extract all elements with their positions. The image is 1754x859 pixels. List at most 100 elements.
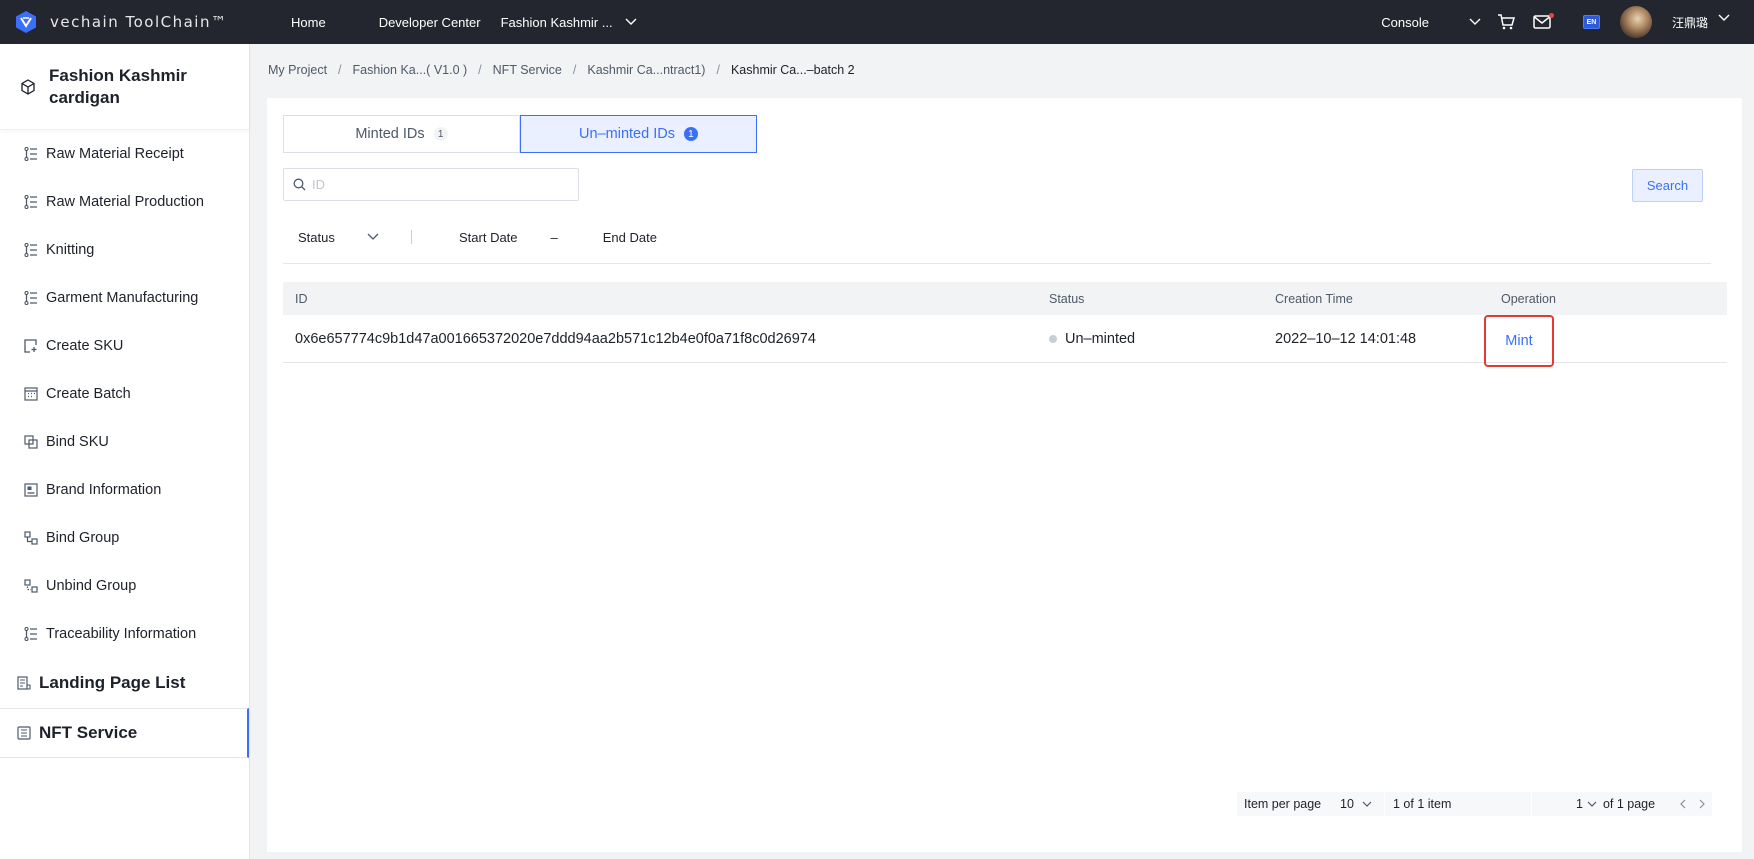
status-filter-dropdown[interactable]: Status [298, 230, 402, 245]
main-content-card: Minted IDs 1 Un–minted IDs 1 Search Stat… [267, 98, 1742, 852]
page-total: of 1 page [1602, 797, 1656, 811]
count-badge: 1 [433, 127, 448, 141]
language-switch-icon[interactable]: EN [1582, 15, 1600, 29]
sidebar-item-brand-information[interactable]: Brand Information [0, 466, 249, 514]
sidebar-header: Fashion Kashmir cardigan [0, 44, 249, 130]
column-header-creation-time: Creation Time [1275, 291, 1353, 306]
sidebar-item-bind-sku[interactable]: Bind SKU [0, 418, 249, 466]
search-button[interactable]: Search [1632, 169, 1703, 202]
sidebar-item-label: Raw Material Receipt [46, 146, 184, 162]
console-label: Console [1381, 14, 1429, 30]
breadcrumb-link[interactable]: Kashmir Ca...ntract1) [587, 63, 705, 77]
tab-label: Minted IDs [355, 126, 425, 142]
search-icon [293, 178, 306, 191]
mint-button[interactable]: Mint [1505, 333, 1532, 349]
sidebar-menu: Raw Material Receipt Raw Material Product… [0, 130, 249, 658]
sidebar-item-label: Bind SKU [46, 434, 109, 450]
cart-icon[interactable] [1495, 11, 1517, 33]
vechain-logo-icon [16, 11, 36, 33]
start-date-picker[interactable]: Start Date [459, 230, 518, 245]
breadcrumb-separator: / [572, 63, 577, 77]
breadcrumb-separator: / [716, 63, 720, 77]
item-count: 1 of 1 item [1393, 797, 1452, 811]
sidebar-item-raw-material-receipt[interactable]: Raw Material Receipt [0, 130, 249, 178]
steps-icon [23, 626, 39, 642]
sidebar-item-knitting[interactable]: Knitting [0, 226, 249, 274]
page-select[interactable]: 1 of 1 page [1532, 797, 1672, 811]
top-navigation-bar: vechain ToolChain™ Home Developer Center… [0, 0, 1754, 44]
unbind-icon [23, 578, 39, 594]
table-header: ID Status Creation Time Operation [283, 282, 1727, 315]
chevron-down-icon[interactable] [1718, 14, 1730, 22]
vechain-logo[interactable]: vechain ToolChain™ [14, 10, 254, 34]
group-icon [23, 530, 39, 546]
sidebar-project-title: Fashion Kashmir cardigan [49, 65, 187, 107]
count-badge: 1 [683, 127, 698, 141]
console-dropdown[interactable]: Console [1381, 15, 1481, 30]
sidebar-item-create-batch[interactable]: Create Batch [0, 370, 249, 418]
sidebar-item-label: Garment Manufacturing [46, 290, 199, 306]
chevron-down-icon [1587, 801, 1597, 807]
create-sku-icon [23, 338, 39, 354]
filter-divider [411, 230, 412, 244]
page-size-select[interactable]: 10 [1340, 797, 1384, 811]
breadcrumb-link[interactable]: Fashion Ka...( V1.0 ) [353, 63, 468, 77]
tab-unminted-ids[interactable]: Un–minted IDs 1 [520, 115, 757, 153]
ids-table: ID Status Creation Time Operation 0x6e65… [283, 282, 1727, 367]
status-filter-label: Status [298, 229, 335, 245]
status-text: Un–minted [1065, 330, 1136, 347]
steps-icon [23, 194, 39, 210]
sidebar-item-nft-service[interactable]: NFT Service [0, 708, 249, 758]
sidebar-item-label: Unbind Group [46, 578, 137, 594]
search-box [283, 168, 579, 201]
prev-page-button[interactable] [1672, 792, 1692, 816]
sidebar-item-label: Create SKU [46, 338, 124, 354]
chevron-down-icon [1362, 801, 1372, 807]
sidebar-item-label: Landing Page List [39, 673, 186, 692]
sidebar-item-label: Brand Information [46, 482, 162, 498]
sidebar-item-label: NFT Service [39, 723, 138, 742]
column-header-operation: Operation [1501, 291, 1556, 306]
sidebar-item-label: Knitting [46, 242, 95, 258]
cell-id: 0x6e657774c9b1d47a001665372020e7ddd94aa2… [295, 330, 816, 347]
sidebar-item-label: Create Batch [46, 386, 131, 402]
cube-icon [21, 78, 35, 95]
sidebar-item-garment-manufacturing[interactable]: Garment Manufacturing [0, 274, 249, 322]
nav-project-dropdown[interactable]: Fashion Kashmir ... [501, 15, 637, 30]
column-header-id: ID [295, 291, 308, 306]
mail-icon[interactable] [1531, 11, 1554, 33]
nav-developer-center[interactable]: Developer Center [379, 15, 481, 30]
items-per-page-label: Item per page [1244, 797, 1322, 811]
sidebar-item-create-sku[interactable]: Create SKU [0, 322, 249, 370]
tab-minted-ids[interactable]: Minted IDs 1 [283, 115, 520, 153]
chevron-down-icon [367, 233, 379, 240]
sidebar: Fashion Kashmir cardigan Raw Material Re… [0, 44, 250, 859]
breadcrumb-current: Kashmir Ca...–batch 2 [730, 63, 855, 77]
sidebar-item-landing-page-list[interactable]: Landing Page List [0, 658, 249, 708]
pagination: Item per page 10 1 of 1 item 1 of 1 page [1237, 792, 1712, 816]
end-date-picker[interactable]: End Date [603, 230, 657, 245]
column-header-status: Status [1049, 291, 1085, 306]
nav-home[interactable]: Home [291, 15, 326, 30]
sidebar-item-unbind-group[interactable]: Unbind Group [0, 562, 249, 610]
calendar-grid-icon [23, 386, 39, 402]
avatar[interactable] [1619, 6, 1652, 38]
sidebar-item-traceability-information[interactable]: Traceability Information [0, 610, 249, 658]
sidebar-item-raw-material-production[interactable]: Raw Material Production [0, 178, 249, 226]
table-row: 0x6e657774c9b1d47a001665372020e7ddd94aa2… [283, 314, 1727, 367]
filter-bar: Status Start Date – End Date [283, 211, 1711, 264]
mint-highlight-box: Mint [1484, 314, 1554, 367]
date-range-separator: – [550, 229, 558, 245]
breadcrumb-link[interactable]: NFT Service [493, 63, 562, 77]
bind-icon [23, 434, 39, 450]
sidebar-item-label: Bind Group [46, 530, 120, 546]
breadcrumb-link[interactable]: My Project [268, 63, 327, 77]
sidebar-item-label: Raw Material Production [46, 194, 204, 210]
steps-icon [23, 242, 39, 258]
username[interactable]: 汪鼎璐 [1672, 14, 1708, 31]
chevron-left-icon [1679, 799, 1685, 809]
sidebar-item-bind-group[interactable]: Bind Group [0, 514, 249, 562]
next-page-button[interactable] [1692, 792, 1712, 816]
search-input[interactable] [312, 177, 562, 192]
cell-creation-time: 2022–10–12 14:01:48 [1275, 330, 1417, 347]
